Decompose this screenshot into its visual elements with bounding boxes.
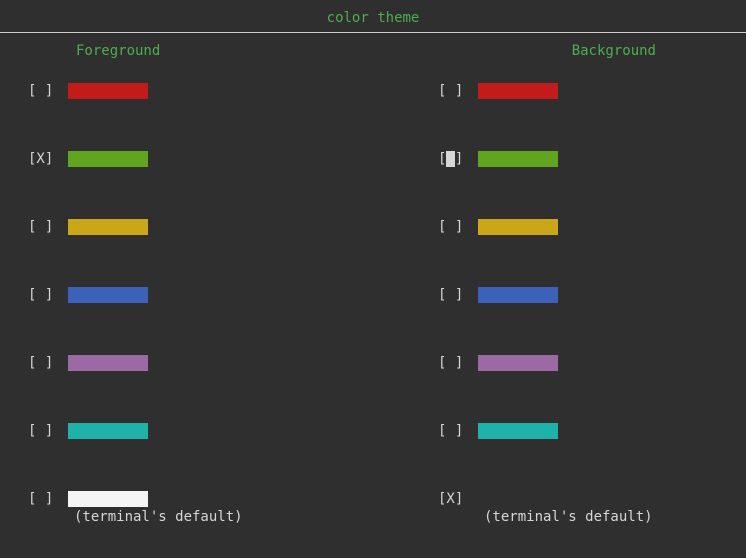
fg-option-default[interactable]: [ ] (terminal's default): [28, 491, 308, 509]
bg-option-magenta[interactable]: [ ]: [438, 355, 718, 373]
checkbox-icon[interactable]: [ ]: [28, 219, 68, 235]
page-title: color theme: [0, 0, 746, 32]
fg-option-magenta[interactable]: [ ]: [28, 355, 308, 373]
default-caption: (terminal's default): [484, 509, 653, 525]
bg-option-cyan[interactable]: [ ]: [438, 423, 718, 441]
checkbox-icon[interactable]: [ ]: [438, 83, 478, 99]
color-swatch-green: [478, 151, 558, 167]
bg-option-yellow[interactable]: [ ]: [438, 219, 718, 237]
checkbox-icon[interactable]: [X]: [28, 151, 68, 167]
bg-option-green[interactable]: [ ]: [438, 151, 718, 169]
checkbox-icon[interactable]: [ ]: [28, 83, 68, 99]
color-swatch-green: [68, 151, 148, 167]
default-caption: (terminal's default): [74, 509, 243, 525]
color-swatch-red: [478, 83, 558, 99]
color-swatch-magenta: [68, 355, 148, 371]
foreground-column: Foreground [ ] [X] [ ] [ ] [ ] [ ] [ ]: [28, 43, 308, 509]
foreground-header: Foreground: [28, 43, 308, 59]
checkbox-icon[interactable]: [ ]: [28, 491, 68, 507]
bg-option-red[interactable]: [ ]: [438, 83, 718, 101]
color-swatch-red: [68, 83, 148, 99]
color-swatch-blue: [68, 287, 148, 303]
checkbox-cursor-icon[interactable]: [ ]: [438, 151, 478, 167]
bg-option-blue[interactable]: [ ]: [438, 287, 718, 305]
color-swatch-white: [68, 491, 148, 507]
fg-option-cyan[interactable]: [ ]: [28, 423, 308, 441]
fg-option-yellow[interactable]: [ ]: [28, 219, 308, 237]
checkbox-icon[interactable]: [ ]: [28, 355, 68, 371]
fg-option-green[interactable]: [X]: [28, 151, 308, 169]
color-swatch-yellow: [478, 219, 558, 235]
checkbox-icon[interactable]: [ ]: [28, 287, 68, 303]
checkbox-icon[interactable]: [ ]: [438, 219, 478, 235]
background-column: Background [ ] [ ] [ ] [ ] [ ] [ ] [X]: [438, 43, 718, 509]
fg-option-red[interactable]: [ ]: [28, 83, 308, 101]
color-swatch-blue: [478, 287, 558, 303]
bg-option-default[interactable]: [X] (terminal's default): [438, 491, 718, 509]
color-swatch-yellow: [68, 219, 148, 235]
color-swatch-cyan: [478, 423, 558, 439]
color-swatch-default: [478, 491, 558, 507]
checkbox-icon[interactable]: [ ]: [438, 355, 478, 371]
background-header: Background: [438, 43, 718, 59]
checkbox-icon[interactable]: [ ]: [438, 287, 478, 303]
columns: Foreground [ ] [X] [ ] [ ] [ ] [ ] [ ]: [0, 33, 746, 509]
fg-option-blue[interactable]: [ ]: [28, 287, 308, 305]
color-swatch-magenta: [478, 355, 558, 371]
color-swatch-cyan: [68, 423, 148, 439]
checkbox-icon[interactable]: [ ]: [28, 423, 68, 439]
checkbox-icon[interactable]: [ ]: [438, 423, 478, 439]
checkbox-icon[interactable]: [X]: [438, 491, 478, 507]
